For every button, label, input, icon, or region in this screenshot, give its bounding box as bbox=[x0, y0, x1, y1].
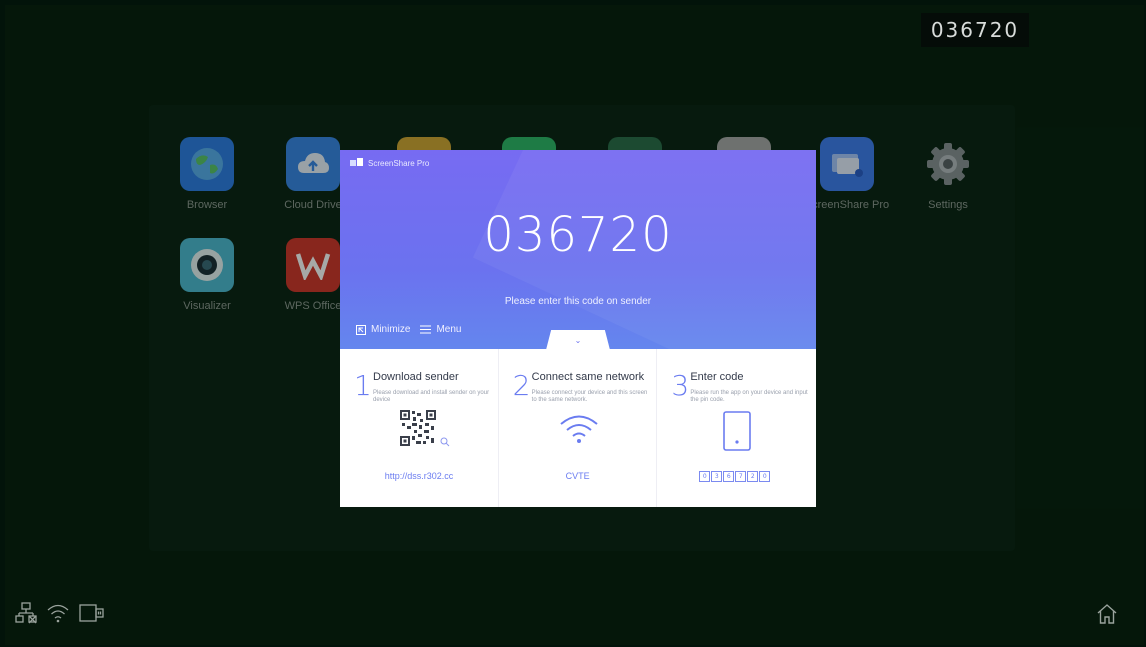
pin-digit: 0 bbox=[759, 471, 771, 482]
step-number: 2 bbox=[512, 369, 531, 402]
menu-icon bbox=[420, 325, 432, 334]
step-enter-code: 3 Enter code Please run the app on your … bbox=[657, 349, 816, 507]
pin-digit: 0 bbox=[699, 471, 711, 482]
step-number: 1 bbox=[354, 369, 372, 402]
pin-code: 036720 bbox=[483, 207, 673, 263]
step-title: Enter code bbox=[690, 371, 744, 383]
pin-code-overlay: 036720 bbox=[921, 13, 1029, 47]
zoom-icon[interactable] bbox=[440, 437, 450, 447]
dialog-header: ScreenShare Pro 036720 Please enter this… bbox=[340, 150, 816, 349]
pin-code-boxes: 0 3 6 7 2 0 bbox=[699, 471, 771, 482]
ethernet-disconnected-icon[interactable] bbox=[15, 602, 37, 624]
step-description: Please connect your device and this scre… bbox=[531, 390, 648, 403]
chevron-down-icon: ⌄ bbox=[574, 335, 582, 345]
menu-label: Menu bbox=[436, 324, 462, 335]
pin-digit: 2 bbox=[747, 471, 759, 482]
collapse-toggle[interactable]: ⌄ bbox=[546, 330, 610, 349]
code-hint: Please enter this code on sender bbox=[504, 296, 652, 307]
dialog-app-title: ScreenShare Pro bbox=[350, 158, 429, 169]
menu-button[interactable]: Menu bbox=[420, 324, 461, 335]
download-url[interactable]: http://dss.r302.cc bbox=[340, 471, 498, 481]
network-name: CVTE bbox=[565, 471, 590, 481]
step-download: 1 Download sender Please download and in… bbox=[340, 349, 499, 507]
minimize-icon bbox=[356, 324, 366, 335]
screenshare-dialog: ScreenShare Pro 036720 Please enter this… bbox=[340, 150, 816, 507]
step-number: 3 bbox=[671, 369, 690, 402]
pin-digit: 3 bbox=[711, 471, 723, 482]
pin-digit: 6 bbox=[723, 471, 735, 482]
pin-digit: 7 bbox=[735, 471, 747, 482]
app-title-text: ScreenShare Pro bbox=[368, 159, 430, 168]
setup-steps: 1 Download sender Please download and in… bbox=[340, 349, 816, 507]
qr-code[interactable] bbox=[400, 410, 436, 446]
step-title: Connect same network bbox=[531, 371, 645, 383]
step-description: Please download and install sender on yo… bbox=[373, 390, 490, 403]
dialog-actions: Minimize Menu bbox=[356, 324, 461, 335]
home-icon[interactable] bbox=[1096, 603, 1118, 625]
minimize-button[interactable]: Minimize bbox=[356, 324, 410, 335]
step-description: Please run the app on your device and in… bbox=[690, 390, 808, 403]
minimize-label: Minimize bbox=[371, 324, 411, 335]
phone-icon bbox=[723, 411, 752, 451]
step-title: Download sender bbox=[373, 371, 459, 383]
status-bar bbox=[15, 602, 105, 624]
input-source-icon[interactable] bbox=[79, 603, 105, 623]
wifi-status-icon[interactable] bbox=[47, 603, 69, 623]
step-network: 2 Connect same network Please connect yo… bbox=[499, 349, 658, 507]
screenshare-logo-icon bbox=[350, 158, 363, 169]
wifi-icon bbox=[560, 415, 598, 443]
